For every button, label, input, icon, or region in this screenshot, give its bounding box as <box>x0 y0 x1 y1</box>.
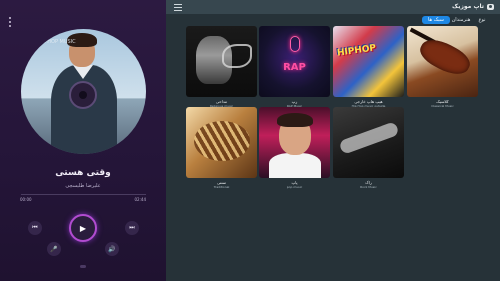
genre-card-rap[interactable]: RAP رپ RAP Music <box>259 26 330 108</box>
genre-card-traditional[interactable]: سنتی Traditional <box>186 107 257 189</box>
skip-previous-icon: ⏮ <box>32 224 38 231</box>
genre-card-pop[interactable]: پاپ pop music <box>259 107 330 189</box>
previous-button[interactable]: ⏮ <box>28 221 42 235</box>
cover-art <box>259 107 330 178</box>
skip-next-icon: ⏭ <box>129 224 135 231</box>
volume-button[interactable]: 🔊 <box>105 242 119 256</box>
handle-indicator <box>80 265 86 268</box>
cover-text: HIPHOP <box>336 43 377 59</box>
tab-type[interactable]: نوع <box>474 16 490 24</box>
app-root: HIPHOP MUSIC وقتی هستی علیرضا طلیسچی 00:… <box>0 0 500 281</box>
tab-styles[interactable]: سبک ها <box>422 16 450 24</box>
artist-photo-body <box>51 65 117 154</box>
album-disc: HIPHOP MUSIC <box>21 29 146 154</box>
play-button[interactable]: ▶ <box>69 214 97 242</box>
next-button[interactable]: ⏭ <box>125 221 139 235</box>
cover-art: RAP <box>259 26 330 97</box>
genre-card-classical[interactable]: کلاسیک Classical Music <box>407 26 478 108</box>
card-subtitle: Classical Music <box>431 104 454 108</box>
cover-art: HIPHOP <box>333 26 404 97</box>
genre-card-hiphop[interactable]: HIPHOP هیپ هاپ خارجی Hip Hop music outsi… <box>333 26 404 108</box>
disc-center-hole <box>69 81 97 109</box>
time-current: 00:00 <box>20 197 32 202</box>
genre-card-rock[interactable]: راک Rock Music <box>333 107 404 189</box>
microphone-button[interactable]: 🎤 <box>47 242 61 256</box>
cover-text: RAP <box>283 62 306 73</box>
kebab-menu-icon[interactable] <box>9 17 12 27</box>
category-tabs: سبک ها هنرمندان نوع <box>300 16 494 25</box>
hamburger-menu-icon[interactable] <box>174 4 182 11</box>
artist-name: علیرضا طلیسچی <box>65 183 101 189</box>
card-subtitle: pop music <box>286 185 303 189</box>
cover-art <box>186 107 257 178</box>
genre-card-religious[interactable]: مداحی Religious music <box>186 26 257 108</box>
top-bar: تاپ موزیک <box>166 0 500 14</box>
player-panel: HIPHOP MUSIC وقتی هستی علیرضا طلیسچی 00:… <box>0 0 166 281</box>
time-total: 02:44 <box>134 197 146 202</box>
volume-icon: 🔊 <box>108 245 116 253</box>
cover-art <box>186 26 257 97</box>
disc-watermark: HIPHOP MUSIC <box>39 39 76 45</box>
card-subtitle: Traditional <box>213 185 230 189</box>
cover-art <box>333 107 404 178</box>
brand: تاپ موزیک <box>452 3 494 10</box>
card-subtitle: Rock Music <box>360 185 377 189</box>
brand-name: تاپ موزیک <box>452 3 484 10</box>
music-logo-icon <box>487 3 494 10</box>
play-icon: ▶ <box>79 223 87 233</box>
cover-art <box>407 26 478 97</box>
song-title: وقتی هستی <box>55 168 111 178</box>
tab-artists[interactable]: هنرمندان <box>450 16 472 24</box>
progress-bar[interactable] <box>21 194 146 195</box>
microphone-icon: 🎤 <box>50 245 58 253</box>
